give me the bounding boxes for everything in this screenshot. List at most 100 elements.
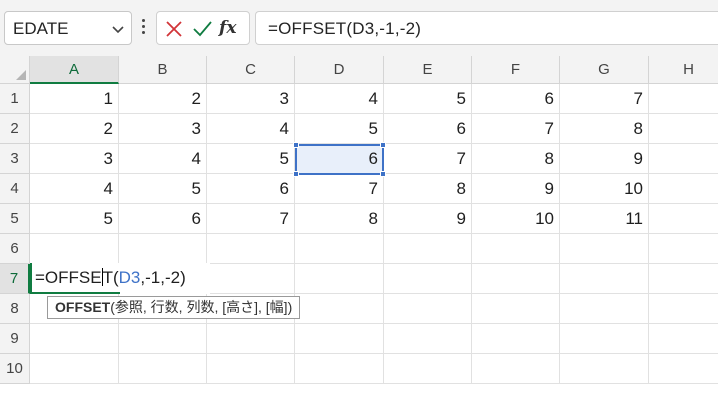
column-header-c[interactable]: C [207,56,295,84]
cell-e2[interactable]: 6 [384,114,472,144]
cell-d7[interactable] [295,264,384,294]
row-header-7[interactable]: 7 [0,264,30,294]
cell-a6[interactable] [30,234,119,264]
row-header-4[interactable]: 4 [0,174,30,204]
cell-e8[interactable] [384,294,472,324]
cell-b6[interactable] [119,234,207,264]
cell-b10[interactable] [119,354,207,384]
cell-g6[interactable] [560,234,649,264]
cell-e5[interactable]: 9 [384,204,472,234]
cell-g10[interactable] [560,354,649,384]
cell-f9[interactable] [472,324,560,354]
cell-d4[interactable]: 7 [295,174,384,204]
cell-c9[interactable] [207,324,295,354]
cell-f6[interactable] [472,234,560,264]
cell-f1[interactable]: 6 [472,84,560,114]
cell-c7[interactable] [207,264,295,294]
editing-cell[interactable]: =OFFSET(D3,-1,-2) [30,263,210,294]
cell-c2[interactable]: 4 [207,114,295,144]
cell-f3[interactable]: 8 [472,144,560,174]
cell-f4[interactable]: 9 [472,174,560,204]
cell-a3[interactable]: 3 [30,144,119,174]
cell-c6[interactable] [207,234,295,264]
cell-a10[interactable] [30,354,119,384]
check-icon[interactable] [191,19,213,39]
cell-c3[interactable]: 5 [207,144,295,174]
cell-h2[interactable] [649,114,718,144]
row-header-9[interactable]: 9 [0,324,30,354]
cell-f10[interactable] [472,354,560,384]
cell-a4[interactable]: 4 [30,174,119,204]
formula-input[interactable]: =OFFSET(D3,-1,-2) [255,11,718,45]
row-header-1[interactable]: 1 [0,84,30,114]
cell-g2[interactable]: 8 [560,114,649,144]
cell-f5[interactable]: 10 [472,204,560,234]
column-header-b[interactable]: B [119,56,207,84]
cell-g1[interactable]: 7 [560,84,649,114]
column-header-d[interactable]: D [295,56,384,84]
cell-h5[interactable] [649,204,718,234]
column-header-g[interactable]: G [560,56,649,84]
cell-d2[interactable]: 5 [295,114,384,144]
cell-h8[interactable] [649,294,718,324]
cell-g9[interactable] [560,324,649,354]
cell-d3[interactable]: 6 [295,144,384,174]
cell-b3[interactable]: 4 [119,144,207,174]
column-header-h[interactable]: H [649,56,718,84]
cell-b5[interactable]: 6 [119,204,207,234]
cell-d9[interactable] [295,324,384,354]
column-header-f[interactable]: F [472,56,560,84]
cell-b2[interactable]: 3 [119,114,207,144]
name-box[interactable]: EDATE [4,11,132,45]
more-options-icon[interactable] [139,16,147,40]
column-header-a[interactable]: A [30,56,119,84]
cell-d10[interactable] [295,354,384,384]
cell-d1[interactable]: 4 [295,84,384,114]
cell-h4[interactable] [649,174,718,204]
insert-function-icon[interactable]: fx [219,18,241,38]
close-icon[interactable] [163,19,185,39]
cell-c4[interactable]: 6 [207,174,295,204]
cell-d6[interactable] [295,234,384,264]
cell-h7[interactable] [649,264,718,294]
row-header-10[interactable]: 10 [0,354,30,384]
cell-h10[interactable] [649,354,718,384]
row-header-5[interactable]: 5 [0,204,30,234]
cell-g7[interactable] [560,264,649,294]
row-header-3[interactable]: 3 [0,144,30,174]
cell-e1[interactable]: 5 [384,84,472,114]
cell-f2[interactable]: 7 [472,114,560,144]
chevron-down-icon[interactable] [111,22,125,36]
cell-a9[interactable] [30,324,119,354]
cell-f8[interactable] [472,294,560,324]
cell-e6[interactable] [384,234,472,264]
cell-h9[interactable] [649,324,718,354]
tooltip-function-name[interactable]: OFFSET [55,299,110,315]
row-header-2[interactable]: 2 [0,114,30,144]
cell-h3[interactable] [649,144,718,174]
cell-c5[interactable]: 7 [207,204,295,234]
column-header-e[interactable]: E [384,56,472,84]
cell-e4[interactable]: 8 [384,174,472,204]
select-all-button[interactable] [0,56,30,84]
cell-g5[interactable]: 11 [560,204,649,234]
cell-e3[interactable]: 7 [384,144,472,174]
cell-h1[interactable] [649,84,718,114]
cell-a2[interactable]: 2 [30,114,119,144]
cell-g4[interactable]: 10 [560,174,649,204]
cell-b4[interactable]: 5 [119,174,207,204]
cell-e9[interactable] [384,324,472,354]
cell-f7[interactable] [472,264,560,294]
row-header-6[interactable]: 6 [0,234,30,264]
cell-d8[interactable] [295,294,384,324]
cell-b9[interactable] [119,324,207,354]
cell-c1[interactable]: 3 [207,84,295,114]
cell-a1[interactable]: 1 [30,84,119,114]
cell-e7[interactable] [384,264,472,294]
cell-b1[interactable]: 2 [119,84,207,114]
cell-g3[interactable]: 9 [560,144,649,174]
cell-h6[interactable] [649,234,718,264]
cell-a5[interactable]: 5 [30,204,119,234]
cell-d5[interactable]: 8 [295,204,384,234]
cell-g8[interactable] [560,294,649,324]
